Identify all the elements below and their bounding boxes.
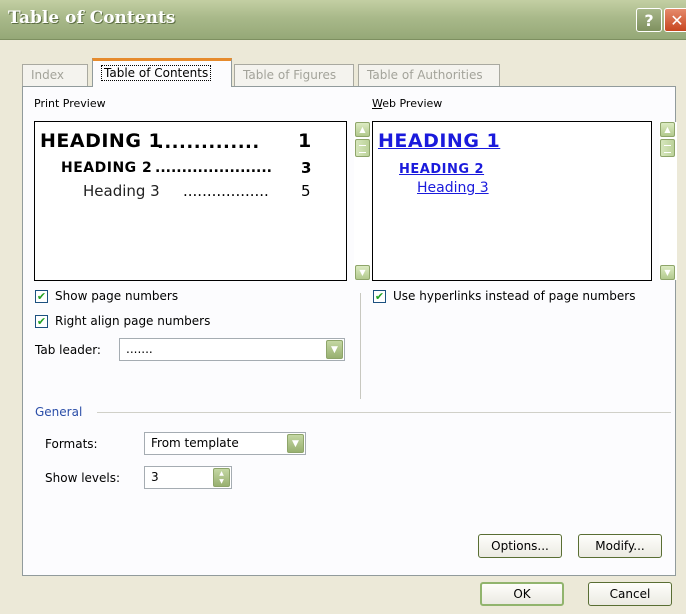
tab-panel: Print Preview HEADING 1 .............. 1… bbox=[22, 86, 677, 576]
close-button[interactable]: ✕ bbox=[664, 8, 686, 32]
modify-button[interactable]: Modify... bbox=[578, 534, 662, 558]
column-divider bbox=[360, 293, 361, 399]
show-levels-label: Show levels: bbox=[45, 471, 121, 485]
tab-table-of-authorities[interactable]: Table of Authorities bbox=[358, 64, 500, 86]
tab-leader-label: Tab leader: bbox=[35, 343, 101, 357]
show-page-numbers-label: Show page numbers bbox=[55, 289, 179, 303]
tab-leader-value: ....... bbox=[126, 342, 153, 356]
checkmark-icon: ✔ bbox=[36, 290, 47, 303]
print-dots-2: ...................... bbox=[155, 160, 273, 176]
print-preview-label: Print Preview bbox=[34, 97, 106, 110]
use-hyperlinks-label: Use hyperlinks instead of page numbers bbox=[393, 289, 636, 303]
options-button[interactable]: Options... bbox=[478, 534, 562, 558]
print-dots-1: .............. bbox=[157, 132, 260, 153]
checkmark-icon: ✔ bbox=[36, 315, 47, 328]
print-page-2: 3 bbox=[301, 159, 312, 177]
web-link-heading-1[interactable]: HEADING 1 bbox=[378, 130, 500, 152]
web-link-heading-3[interactable]: Heading 3 bbox=[417, 180, 489, 196]
formats-select[interactable]: From template ▼ bbox=[144, 432, 306, 455]
tab-table-of-figures[interactable]: Table of Figures bbox=[234, 64, 354, 86]
right-align-label: Right align page numbers bbox=[55, 314, 211, 328]
formats-label: Formats: bbox=[45, 437, 98, 451]
scroll-up-icon[interactable]: ▲ bbox=[660, 122, 675, 137]
show-levels-spinner[interactable]: 3 ▲ ▼ bbox=[144, 466, 232, 489]
scroll-down-icon[interactable]: ▼ bbox=[660, 265, 675, 280]
close-icon: ✕ bbox=[670, 10, 684, 30]
scroll-thumb[interactable] bbox=[660, 139, 675, 157]
help-button[interactable]: ? bbox=[636, 8, 662, 32]
general-group-label: General bbox=[35, 405, 83, 419]
tab-table-of-contents[interactable]: Table of Contents bbox=[92, 58, 232, 87]
help-icon: ? bbox=[644, 10, 654, 30]
scroll-thumb[interactable] bbox=[355, 139, 370, 157]
ok-button[interactable]: OK bbox=[480, 582, 564, 606]
web-link-heading-2[interactable]: HEADING 2 bbox=[399, 162, 484, 177]
window-title: Table of Contents bbox=[8, 8, 176, 28]
show-page-numbers-checkbox[interactable]: ✔ bbox=[35, 290, 48, 303]
print-heading-3: Heading 3 bbox=[83, 182, 160, 200]
title-bar: Table of Contents ? ✕ bbox=[0, 0, 686, 40]
spinner-arrows-icon[interactable]: ▲ ▼ bbox=[213, 468, 230, 487]
checkmark-icon: ✔ bbox=[374, 290, 385, 303]
right-align-checkbox[interactable]: ✔ bbox=[35, 315, 48, 328]
formats-value: From template bbox=[151, 436, 239, 450]
general-divider bbox=[97, 412, 671, 413]
print-heading-1: HEADING 1 bbox=[40, 130, 163, 152]
print-preview-scrollbar[interactable]: ▲ ▼ bbox=[354, 122, 372, 280]
use-hyperlinks-checkbox[interactable]: ✔ bbox=[373, 290, 386, 303]
chevron-down-icon[interactable]: ▼ bbox=[326, 340, 343, 359]
tab-leader-select[interactable]: ....... ▼ bbox=[119, 338, 345, 361]
print-page-3: 5 bbox=[301, 182, 311, 200]
print-dots-3: .................. bbox=[183, 182, 269, 200]
print-preview-box: HEADING 1 .............. 1 HEADING 2 ...… bbox=[34, 121, 372, 281]
scroll-up-icon[interactable]: ▲ bbox=[355, 122, 370, 137]
web-preview-label: Web Preview bbox=[372, 97, 443, 110]
cancel-button[interactable]: Cancel bbox=[588, 582, 672, 606]
web-preview-scrollbar[interactable]: ▲ ▼ bbox=[659, 122, 677, 280]
chevron-down-icon[interactable]: ▼ bbox=[287, 434, 304, 453]
tab-index[interactable]: Index bbox=[22, 64, 88, 86]
web-preview-box: HEADING 1 HEADING 2 Heading 3 ▲ ▼ bbox=[372, 121, 677, 281]
print-heading-2: HEADING 2 bbox=[61, 160, 153, 176]
print-page-1: 1 bbox=[298, 130, 312, 152]
scroll-down-icon[interactable]: ▼ bbox=[355, 265, 370, 280]
show-levels-value: 3 bbox=[151, 470, 159, 484]
